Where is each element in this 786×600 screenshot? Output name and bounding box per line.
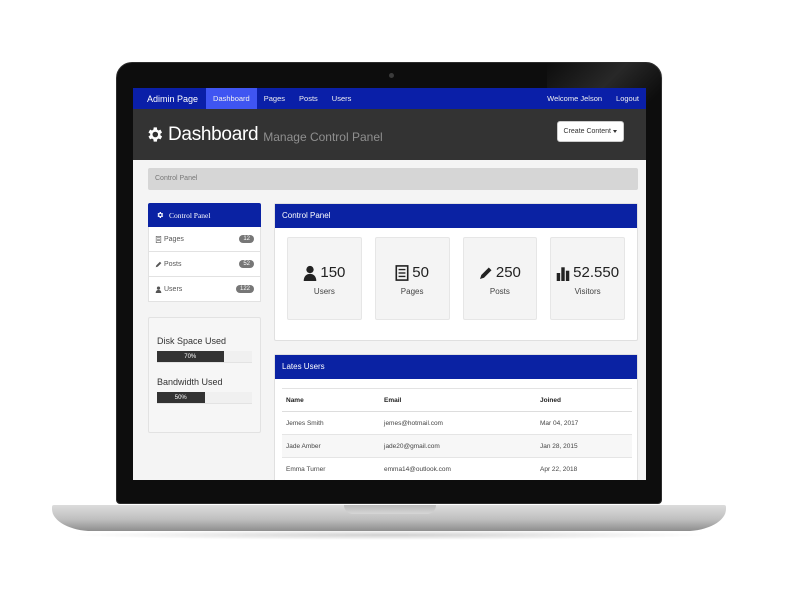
- stat-label: Pages: [400, 287, 424, 296]
- table-row[interactable]: Emma Turner emma14@outlook.com Apr 22, 2…: [282, 457, 632, 480]
- cell-joined: Mar 04, 2017: [536, 411, 632, 435]
- nav-posts[interactable]: Posts: [292, 88, 325, 109]
- top-navbar: Adimin Page Dashboard Pages Posts Users …: [133, 88, 646, 109]
- nav-welcome[interactable]: Welcome Jelson: [540, 88, 609, 109]
- cell-name: Jade Amber: [282, 434, 380, 458]
- laptop-base: [52, 505, 726, 531]
- table-header-row: Name Email Joined: [282, 388, 632, 412]
- page-title: Dashboard: [168, 123, 259, 145]
- base-notch: [344, 505, 436, 514]
- disk-space-fill: 70%: [157, 351, 224, 362]
- create-content-label: Create Content: [563, 128, 611, 135]
- laptop-shadow: [70, 530, 710, 540]
- stat-users: 150 Users: [287, 237, 362, 320]
- bandwidth-progress: 50%: [157, 392, 252, 404]
- user-icon: [304, 265, 317, 281]
- bandwidth-label: Bandwidth Used: [157, 377, 223, 387]
- cell-joined: Jan 28, 2015: [536, 434, 632, 458]
- count-badge: 12: [239, 235, 254, 243]
- brand[interactable]: Adimin Page: [133, 94, 206, 104]
- sidebar-item-label: Pages: [164, 235, 184, 243]
- page-subtitle: Manage Control Panel: [263, 130, 383, 144]
- gear-icon: [148, 127, 163, 142]
- stat-posts: 250 Posts: [462, 237, 538, 320]
- stat-label: Posts: [489, 287, 510, 296]
- user-icon: [155, 285, 162, 293]
- table-row[interactable]: Jemes Smith jemes@hotmail.com Mar 04, 20…: [282, 411, 632, 435]
- overview-panel: Control Panel 150 Users 50 Pages 250 Pos…: [274, 203, 638, 341]
- column-header: Email: [380, 388, 536, 412]
- breadcrumb: Control Panel: [148, 168, 638, 190]
- sidebar-item-label: Users: [164, 285, 183, 293]
- sidebar-menu: Control Panel Pages 12 Posts 52 Users 12…: [148, 203, 261, 302]
- sidebar-item-users[interactable]: Users 122: [148, 277, 261, 302]
- nav-right: Welcome Jelson Logout: [540, 88, 646, 109]
- file-icon: [395, 264, 409, 281]
- nav-logout[interactable]: Logout: [609, 88, 646, 109]
- camera: [389, 73, 394, 78]
- bandwidth-fill: 50%: [157, 392, 205, 403]
- overview-panel-title: Control Panel: [275, 204, 637, 228]
- table-row[interactable]: Jade Amber jade20@gmail.com Jan 28, 2015: [282, 434, 632, 458]
- latest-users-title: Lates Users: [275, 355, 637, 379]
- create-content-button[interactable]: Create Content: [556, 121, 624, 142]
- stats-row: 150 Users 50 Pages 250 Posts 52.550 Visi…: [275, 228, 637, 320]
- pencil-icon: [155, 261, 162, 267]
- stat-value: 250: [495, 264, 521, 281]
- stat-pages: 50 Pages: [374, 237, 450, 320]
- stat-value: 150: [320, 264, 346, 281]
- column-header: Joined: [536, 388, 632, 412]
- stat-label: Visitors: [574, 287, 601, 296]
- file-icon: [155, 235, 162, 243]
- stat-label: Users: [313, 287, 335, 296]
- column-header: Name: [282, 388, 380, 412]
- sidebar-item-pages[interactable]: Pages 12: [148, 227, 261, 252]
- disk-space-progress: 70%: [157, 351, 252, 363]
- nav-users[interactable]: Users: [325, 88, 359, 109]
- sidebar-title: Control Panel: [169, 210, 211, 220]
- page-header: Dashboard Manage Control Panel Create Co…: [133, 109, 646, 160]
- stat-visitors: 52.550 Visitors: [550, 237, 625, 320]
- cell-email: jade20@gmail.com: [380, 434, 536, 458]
- disk-space-label: Disk Space Used: [157, 336, 227, 346]
- screen: Adimin Page Dashboard Pages Posts Users …: [133, 88, 646, 480]
- stat-value: 52.550: [573, 264, 620, 281]
- cell-joined: Apr 22, 2018: [536, 457, 632, 480]
- cell-email: jemes@hotmail.com: [380, 411, 536, 435]
- gear-icon: [157, 212, 164, 218]
- cell-email: emma14@outlook.com: [380, 457, 536, 480]
- count-badge: 52: [239, 260, 254, 268]
- sidebar-head[interactable]: Control Panel: [148, 203, 261, 227]
- stat-value: 50: [412, 264, 429, 281]
- sidebar-item-label: Posts: [164, 260, 182, 268]
- count-badge: 122: [235, 285, 254, 293]
- bar-chart-icon: [556, 266, 570, 281]
- users-table: Name Email Joined Jemes Smith jemes@hotm…: [282, 388, 632, 480]
- latest-users-panel: Lates Users Name Email Joined Jemes Smit…: [274, 354, 638, 480]
- cell-name: Emma Turner: [282, 457, 380, 480]
- nav-dashboard[interactable]: Dashboard: [206, 88, 257, 109]
- pencil-icon: [479, 267, 492, 279]
- usage-box: Disk Space Used 70% Bandwidth Used 50%: [148, 317, 261, 433]
- sidebar-item-posts[interactable]: Posts 52: [148, 252, 261, 277]
- caret-down-icon: [613, 129, 617, 133]
- cell-name: Jemes Smith: [282, 411, 380, 435]
- nav-pages[interactable]: Pages: [257, 88, 292, 109]
